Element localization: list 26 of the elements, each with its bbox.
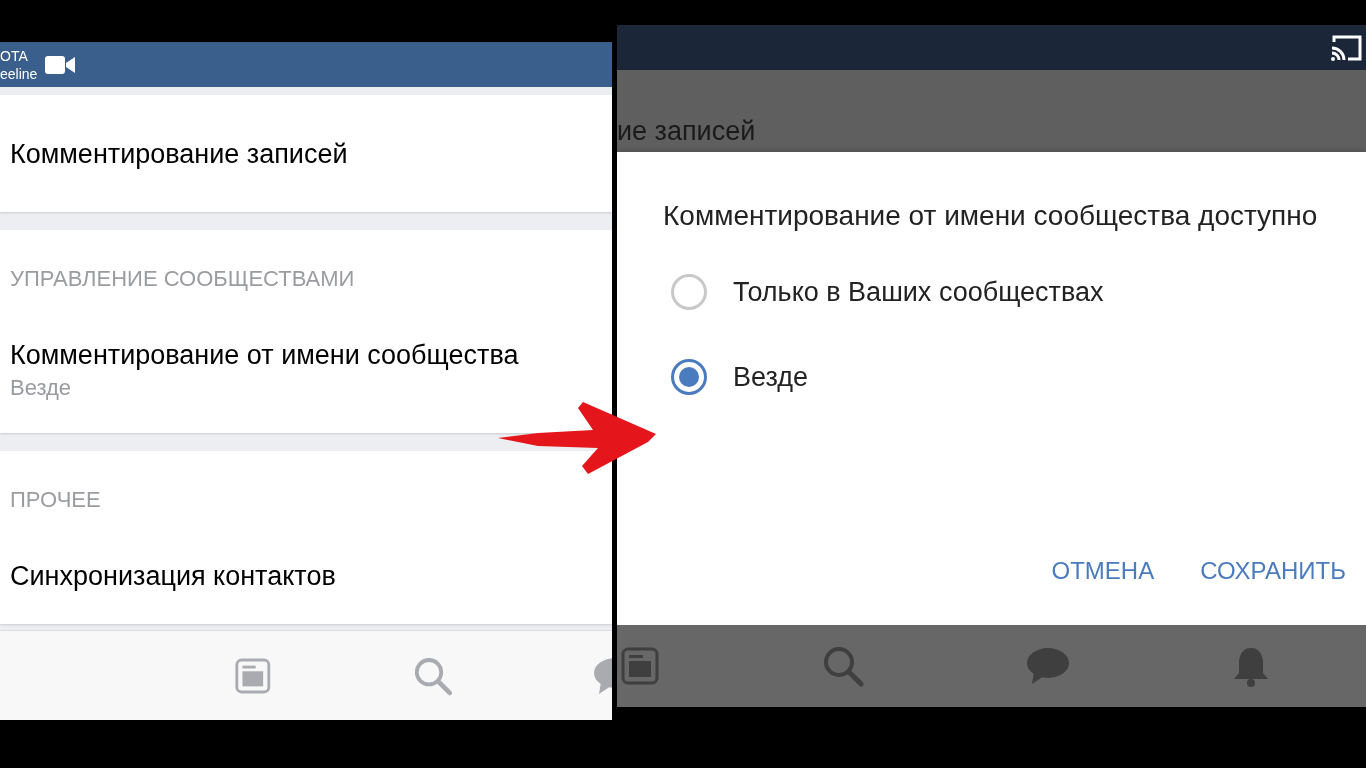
dialog-button[interactable]: ОТМЕНА <box>1051 553 1155 589</box>
option-label: Везде <box>733 360 808 394</box>
section-header: ПРОЧЕЕ <box>9 486 102 514</box>
bell-icon[interactable] <box>1232 645 1270 687</box>
news-icon[interactable] <box>620 646 660 686</box>
item-value: Везде <box>10 374 73 402</box>
dialog-button[interactable]: СОХРАНИТЬ <box>1200 553 1346 589</box>
cast-icon[interactable] <box>1330 33 1362 62</box>
section-header: УПРАВЛЕНИЕ СООБЩЕСТВАМИ <box>9 265 356 293</box>
video-camera-icon <box>45 54 76 75</box>
settings-item[interactable]: Комментирование записей <box>0 95 612 212</box>
search-icon[interactable] <box>822 645 864 687</box>
item-title: Синхронизация контактов <box>10 560 337 593</box>
dimmed-item-title: ие записей <box>617 115 756 148</box>
dialog-title: Комментирование от имени сообщества доступно <box>663 199 1319 233</box>
item-title: Комментирование от имени сообщества <box>10 339 520 372</box>
pointer-arrow-icon <box>498 400 658 476</box>
radio-button[interactable] <box>671 274 707 311</box>
chat-icon[interactable] <box>1026 646 1070 686</box>
carrier-name: eeline <box>0 64 38 83</box>
settings-item[interactable]: Синхронизация контактов <box>0 536 612 624</box>
option-label: Только в Ваших сообществах <box>733 276 1104 309</box>
item-title: Комментирование записей <box>10 137 349 171</box>
carrier-name: OTA <box>0 46 29 65</box>
radio-button[interactable] <box>671 358 707 395</box>
settings-item[interactable]: Комментирование от имени сообщества Везде <box>0 315 612 433</box>
